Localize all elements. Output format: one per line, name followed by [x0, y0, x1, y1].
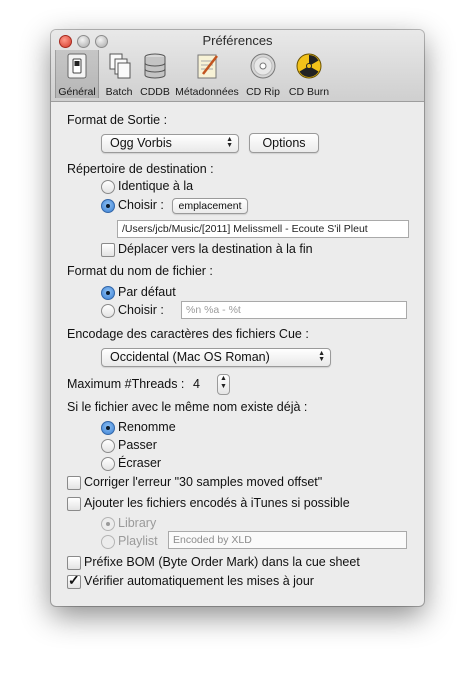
destination-same-label: Identique à la — [118, 179, 194, 193]
conflict-overwrite-radio[interactable] — [101, 457, 115, 471]
threads-label: Maximum #Threads : — [67, 377, 185, 391]
batch-documents-icon — [109, 53, 131, 79]
destination-path-field[interactable]: /Users/jcb/Music/[2011] Melissmell - Eco… — [117, 220, 409, 238]
conflict-heading: Si le fichier avec le même nom existe dé… — [67, 400, 308, 414]
filename-format-heading: Format du nom de fichier : — [67, 264, 213, 278]
conflict-skip-radio[interactable] — [101, 439, 115, 453]
filename-default-radio[interactable] — [101, 286, 115, 300]
move-to-destination-checkbox[interactable] — [101, 243, 115, 257]
check-updates-label: Vérifier automatiquement les mises à jou… — [84, 574, 314, 588]
radiation-burn-icon — [296, 53, 322, 79]
cue-encoding-heading: Encodage des caractères des fichiers Cue… — [67, 327, 309, 341]
preferences-window: Préférences Général Batch CDDB Métadonné… — [51, 30, 424, 606]
filename-choose-label: Choisir : — [118, 303, 164, 317]
itunes-checkbox[interactable] — [67, 497, 81, 511]
output-format-value: Ogg Vorbis — [110, 136, 172, 150]
tab-cd-burn[interactable]: CD Burn — [287, 50, 331, 98]
output-format-heading: Format de Sortie : — [67, 113, 168, 127]
options-button[interactable]: Options — [249, 133, 319, 153]
itunes-playlist-radio[interactable] — [101, 535, 115, 549]
window-title: Préférences — [202, 33, 273, 48]
bom-checkbox[interactable] — [67, 556, 81, 570]
popup-arrows-icon: ▲ ▼ — [318, 350, 325, 363]
tab-batch-label: Batch — [105, 86, 133, 98]
move-to-destination-label: Déplacer vers la destination à la fin — [118, 242, 313, 256]
check-updates-checkbox[interactable] — [67, 572, 81, 589]
popup-arrows-icon: ▲ ▼ — [226, 136, 233, 149]
filename-pattern-field[interactable]: %n %a - %t — [181, 301, 407, 319]
itunes-playlist-label: Playlist — [118, 534, 158, 548]
conflict-rename-label: Renomme — [118, 420, 176, 434]
cue-encoding-value: Occidental (Mac OS Roman) — [110, 350, 270, 364]
threads-stepper[interactable]: ▲ ▼ — [217, 374, 230, 395]
tab-cddb[interactable]: CDDB — [137, 50, 173, 98]
threads-value[interactable]: 4 — [193, 377, 200, 391]
tab-general[interactable]: Général — [55, 50, 99, 98]
location-button[interactable]: emplacement — [172, 198, 248, 214]
itunes-library-label: Library — [118, 516, 157, 530]
destination-heading: Répertoire de destination : — [67, 162, 214, 176]
cd-disc-icon — [250, 53, 276, 79]
itunes-library-radio[interactable] — [101, 517, 115, 531]
tab-metadata[interactable]: Métadonnées — [175, 50, 239, 98]
general-switch-icon — [67, 53, 87, 79]
bom-label: Préfixe BOM (Byte Order Mark) dans la cu… — [84, 555, 360, 569]
tab-cd-burn-label: CD Burn — [288, 86, 330, 98]
destination-same-radio[interactable] — [101, 180, 115, 194]
destination-choose-radio[interactable] — [101, 199, 115, 213]
filename-default-label: Par défaut — [118, 285, 176, 299]
fix-offset-checkbox[interactable] — [67, 476, 81, 490]
fix-offset-label: Corriger l'erreur "30 samples moved offs… — [84, 475, 323, 489]
tab-metadata-label: Métadonnées — [175, 86, 239, 98]
conflict-skip-label: Passer — [118, 438, 157, 452]
conflict-overwrite-label: Écraser — [118, 456, 162, 470]
tab-cd-rip-label: CD Rip — [246, 86, 280, 98]
destination-choose-label: Choisir : — [118, 198, 164, 212]
filename-choose-radio[interactable] — [101, 304, 115, 318]
cue-encoding-popup[interactable]: Occidental (Mac OS Roman) ▲ ▼ — [101, 348, 331, 367]
conflict-rename-radio[interactable] — [101, 421, 115, 435]
tab-general-label: Général — [58, 86, 96, 98]
itunes-label: Ajouter les fichiers encodés à iTunes si… — [84, 496, 350, 510]
metadata-notepad-icon — [197, 54, 218, 79]
titlebar: Préférences Général Batch CDDB Métadonné… — [51, 30, 424, 102]
database-icon — [144, 53, 166, 79]
output-format-popup[interactable]: Ogg Vorbis ▲ ▼ — [101, 134, 239, 153]
tab-cddb-label: CDDB — [140, 86, 170, 98]
tab-cd-rip[interactable]: CD Rip — [243, 50, 283, 98]
tab-batch[interactable]: Batch — [101, 50, 137, 98]
playlist-name-field[interactable]: Encoded by XLD — [168, 531, 407, 549]
